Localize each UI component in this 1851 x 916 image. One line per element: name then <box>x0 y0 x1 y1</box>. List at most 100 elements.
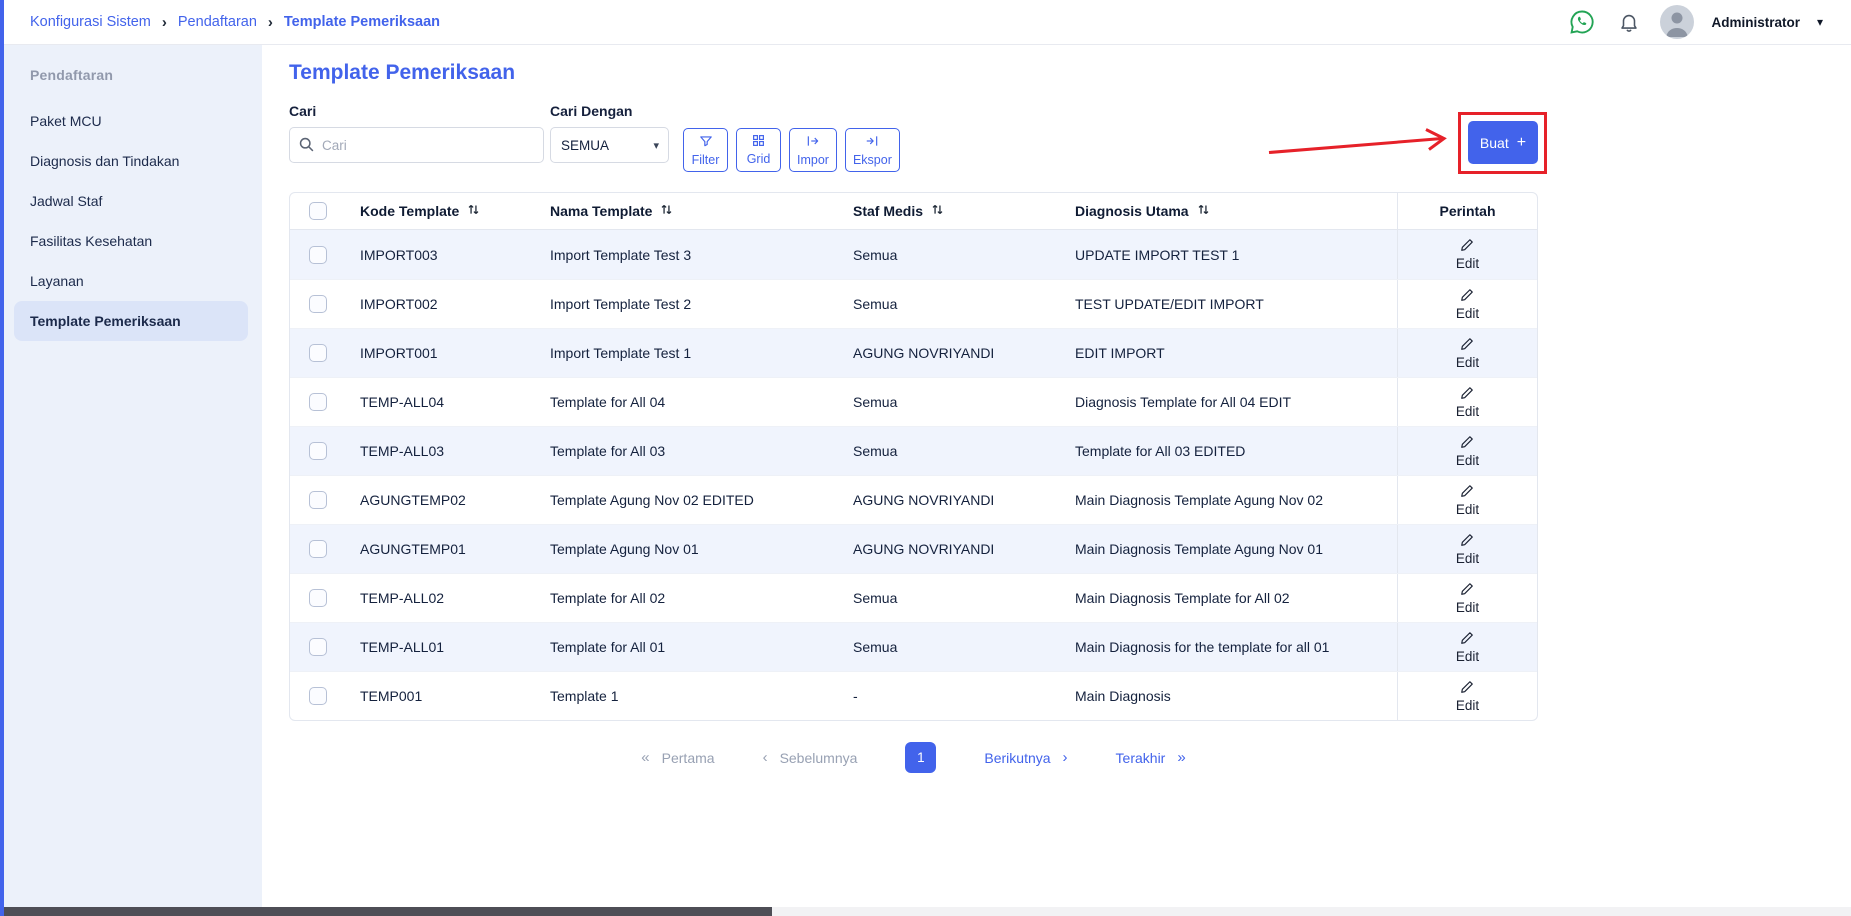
grid-button[interactable]: Grid <box>736 128 781 172</box>
annotation-arrow <box>1268 127 1447 154</box>
double-chevron-left-icon: « <box>641 749 650 766</box>
import-icon <box>806 134 820 151</box>
row-checkbox[interactable] <box>309 491 327 509</box>
table-row: AGUNGTEMP01 Template Agung Nov 01 AGUNG … <box>290 524 1537 573</box>
row-checkbox[interactable] <box>309 540 327 558</box>
column-label: Staf Medis <box>853 203 924 219</box>
search-with-select[interactable]: SEMUA ▾ <box>550 127 669 163</box>
filter-button[interactable]: Filter <box>683 128 728 172</box>
edit-button[interactable]: Edit <box>1456 337 1479 370</box>
table-row: TEMP001 Template 1 - Main Diagnosis Edit <box>290 671 1537 720</box>
cell-diagnosis-utama: TEST UPDATE/EDIT IMPORT <box>1075 296 1264 312</box>
header: Konfigurasi Sistem › Pendaftaran › Templ… <box>0 0 1851 45</box>
chevron-down-icon: ▾ <box>653 139 659 152</box>
edit-button[interactable]: Edit <box>1456 288 1479 321</box>
pencil-icon <box>1460 582 1474 599</box>
cell-nama-template: Template for All 01 <box>550 639 666 655</box>
cell-kode-template: IMPORT003 <box>360 246 438 263</box>
header-actions: Administrator ▾ <box>1566 5 1823 39</box>
cell-diagnosis-utama: Main Diagnosis for the template for all … <box>1075 639 1330 655</box>
edit-button[interactable]: Edit <box>1456 680 1479 713</box>
row-checkbox[interactable] <box>309 442 327 460</box>
row-checkbox[interactable] <box>309 295 327 313</box>
table-row: TEMP-ALL01 Template for All 01 Semua Mai… <box>290 622 1537 671</box>
column-header-kode-template[interactable]: Kode Template <box>346 203 536 219</box>
pagination-last[interactable]: Terakhir » <box>1116 749 1186 766</box>
cell-staf-medis: AGUNG NOVRIYANDI <box>853 492 995 508</box>
cell-kode-template: AGUNGTEMP02 <box>360 492 466 508</box>
edit-button[interactable]: Edit <box>1456 484 1479 517</box>
row-checkbox[interactable] <box>309 638 327 656</box>
cell-staf-medis: AGUNG NOVRIYANDI <box>853 541 995 557</box>
pagination-page-1[interactable]: 1 <box>905 742 937 773</box>
sidebar-item-diagnosis-dan-tindakan[interactable]: Diagnosis dan Tindakan <box>14 141 248 181</box>
cell-kode-template: TEMP-ALL03 <box>360 443 445 459</box>
cell-diagnosis-utama: Main Diagnosis Template Agung Nov 02 <box>1075 492 1324 508</box>
chevron-right-icon: › <box>1062 749 1068 766</box>
horizontal-scrollbar[interactable] <box>0 907 1851 916</box>
search-input[interactable] <box>289 127 544 163</box>
table-body: IMPORT003 Import Template Test 3 Semua U… <box>290 230 1537 720</box>
breadcrumb-pendaftaran[interactable]: Pendaftaran <box>178 14 257 30</box>
pencil-icon <box>1460 533 1474 550</box>
row-checkbox[interactable] <box>309 687 327 705</box>
column-header-diagnosis-utama[interactable]: Diagnosis Utama <box>1061 203 1397 219</box>
cell-nama-template: Template for All 03 <box>550 443 666 459</box>
cell-diagnosis-utama: Main Diagnosis <box>1075 688 1171 704</box>
pencil-icon <box>1460 680 1474 697</box>
notifications-bell-icon[interactable] <box>1613 6 1645 38</box>
column-header-nama-template[interactable]: Nama Template <box>536 203 839 219</box>
sort-icon[interactable] <box>931 203 944 219</box>
row-checkbox[interactable] <box>309 245 327 264</box>
cell-staf-medis: Semua <box>853 296 898 312</box>
table-row: TEMP-ALL02 Template for All 02 Semua Mai… <box>290 573 1537 622</box>
chevron-down-icon[interactable]: ▾ <box>1817 15 1823 29</box>
cell-nama-template: Import Template Test 2 <box>550 296 692 312</box>
user-avatar[interactable] <box>1660 5 1695 39</box>
sidebar-item-layanan[interactable]: Layanan <box>14 261 248 301</box>
row-checkbox[interactable] <box>309 589 327 607</box>
row-checkbox[interactable] <box>309 393 327 411</box>
pencil-icon <box>1460 631 1474 648</box>
sort-icon[interactable] <box>1197 203 1210 219</box>
select-all-checkbox[interactable] <box>309 202 327 220</box>
edit-button[interactable]: Edit <box>1456 238 1479 271</box>
edit-button[interactable]: Edit <box>1456 631 1479 664</box>
export-button[interactable]: Ekspor <box>844 128 900 172</box>
edit-button[interactable]: Edit <box>1456 435 1479 468</box>
whatsapp-icon[interactable] <box>1566 6 1598 38</box>
column-header-staf-medis[interactable]: Staf Medis <box>839 203 1061 219</box>
cell-nama-template: Template for All 04 <box>550 394 666 410</box>
cell-nama-template: Template for All 02 <box>550 590 666 606</box>
cell-staf-medis: - <box>853 688 858 704</box>
cell-nama-template: Template Agung Nov 02 EDITED <box>550 492 754 508</box>
sidebar-item-template-pemeriksaan[interactable]: Template Pemeriksaan <box>14 301 248 341</box>
create-button[interactable]: Buat + <box>1468 121 1538 164</box>
search-label: Cari <box>289 103 317 119</box>
edit-button[interactable]: Edit <box>1456 386 1479 419</box>
sidebar-item-paket-mcu[interactable]: Paket MCU <box>14 101 248 141</box>
breadcrumb-template-pemeriksaan[interactable]: Template Pemeriksaan <box>284 14 440 30</box>
sort-icon[interactable] <box>467 203 480 219</box>
import-button[interactable]: Impor <box>789 128 837 172</box>
cell-kode-template: TEMP001 <box>360 688 423 704</box>
edit-button[interactable]: Edit <box>1456 582 1479 615</box>
sort-icon[interactable] <box>660 203 673 219</box>
row-checkbox[interactable] <box>309 344 327 362</box>
grid-icon <box>752 134 765 150</box>
horizontal-scrollbar-thumb[interactable] <box>0 907 772 916</box>
edit-button[interactable]: Edit <box>1456 533 1479 566</box>
cell-kode-template: IMPORT002 <box>360 296 438 312</box>
search-with-value: SEMUA <box>561 137 610 153</box>
cell-diagnosis-utama: UPDATE IMPORT TEST 1 <box>1075 246 1240 263</box>
table-row: IMPORT002 Import Template Test 2 Semua T… <box>290 279 1537 328</box>
breadcrumb-konfigurasi-sistem[interactable]: Konfigurasi Sistem <box>30 14 151 30</box>
pagination-next[interactable]: Berikutnya › <box>984 749 1067 766</box>
pencil-icon <box>1460 484 1474 501</box>
sidebar-item-jadwal-staf[interactable]: Jadwal Staf <box>14 181 248 221</box>
pagination-previous[interactable]: ‹ Sebelumnya <box>763 749 858 766</box>
sidebar-item-fasilitas-kesehatan[interactable]: Fasilitas Kesehatan <box>14 221 248 261</box>
column-header-perintah: Perintah <box>1397 193 1537 229</box>
cell-diagnosis-utama: Main Diagnosis Template Agung Nov 01 <box>1075 541 1324 557</box>
pagination-first[interactable]: « Pertama <box>641 749 714 766</box>
